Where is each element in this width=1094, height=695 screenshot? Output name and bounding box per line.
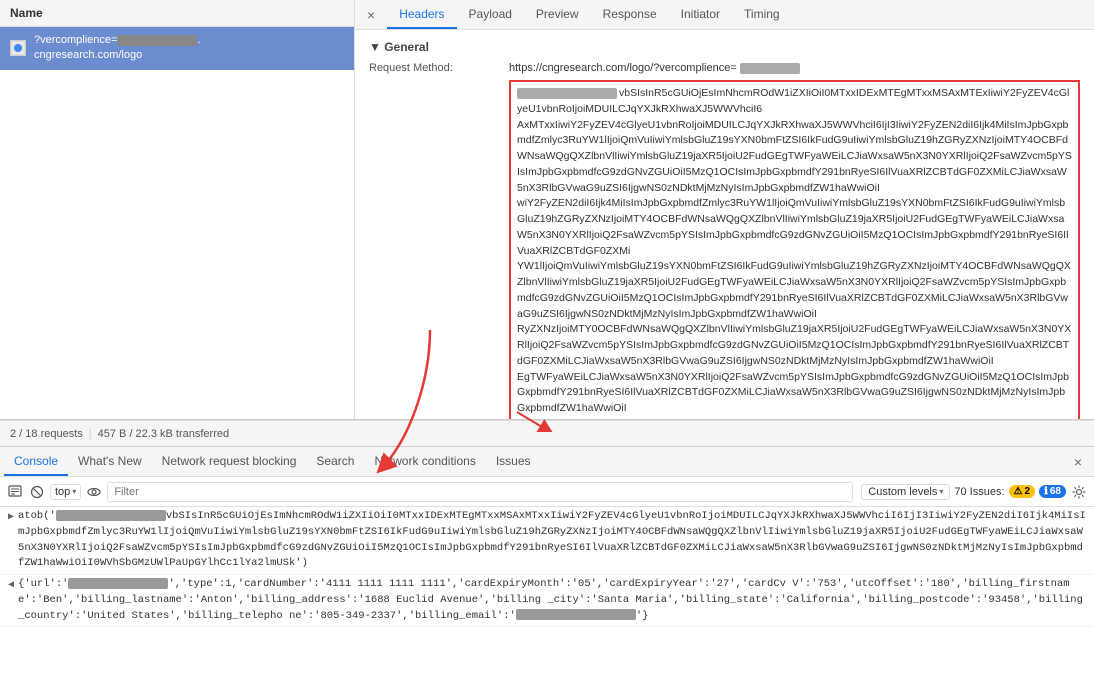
console-tab-network-blocking[interactable]: Network request blocking [152, 447, 307, 476]
request-url-label: Request Method: [369, 62, 509, 74]
console-line-2-content: {'url':'','type':1,'cardNumber':'4111 11… [18, 577, 1086, 624]
request-url-row: Request Method: https://cngresearch.com/… [369, 62, 1080, 74]
main-container: Name ?vercomplience=. cngresearch.com/lo… [0, 0, 1094, 695]
console-line-1[interactable]: ▶ atob('vbSIsInR5cGUiOjEsImNhcmROdW1iZXI… [0, 507, 1094, 575]
content-area: ▼ General Request Method: https://cngres… [355, 30, 1094, 419]
close-tab-button[interactable]: × [359, 7, 383, 23]
expand-arrow-2: ◀ [8, 579, 14, 591]
console-panel: Console What's New Network request block… [0, 446, 1094, 695]
issues-count: 70 Issues: ⚠ 2 ℹ 68 [954, 485, 1066, 498]
expand-arrow-1: ▶ [8, 511, 14, 523]
tabs-bar: × Headers Payload Preview Response Initi… [355, 0, 1094, 30]
settings-button[interactable] [1070, 483, 1088, 501]
tab-timing[interactable]: Timing [732, 0, 792, 29]
tab-response[interactable]: Response [591, 0, 669, 29]
tab-initiator[interactable]: Initiator [669, 0, 732, 29]
top-panel: Name ?vercomplience=. cngresearch.com/lo… [0, 0, 1094, 420]
tab-headers[interactable]: Headers [387, 0, 456, 29]
network-item-text: ?vercomplience=. cngresearch.com/logo [34, 33, 201, 64]
network-item[interactable]: ?vercomplience=. cngresearch.com/logo [0, 27, 354, 70]
general-section-title: ▼ General [369, 40, 1080, 54]
favicon-icon [10, 40, 26, 56]
url-body-box: vbSIsInR5cGUiOjEsImNhcmROdW1iZXIiOiI0MTx… [509, 80, 1080, 419]
console-toolbar: top ▾ [0, 477, 1094, 507]
top-context-select[interactable]: top ▾ [50, 484, 81, 500]
console-tabs: Console What's New Network request block… [0, 447, 1094, 477]
request-url-value: https://cngresearch.com/logo/?vercomplie… [509, 62, 1080, 74]
tab-preview[interactable]: Preview [524, 0, 591, 29]
requests-count: 2 / 18 requests [10, 428, 83, 440]
console-line-1-content: atob('vbSIsInR5cGUiOjEsImNhcmROdW1iZXIiO… [18, 509, 1086, 572]
network-url-line1: ?vercomplience=. [34, 33, 201, 48]
transferred-size: 457 B / 22.3 kB transferred [98, 428, 229, 440]
custom-levels-select[interactable]: Custom levels ▾ [861, 484, 950, 500]
console-tab-whats-new[interactable]: What's New [68, 447, 152, 476]
console-tab-console[interactable]: Console [4, 447, 68, 476]
console-tab-issues[interactable]: Issues [486, 447, 541, 476]
left-pane: Name ?vercomplience=. cngresearch.com/lo… [0, 0, 355, 419]
tab-payload[interactable]: Payload [457, 0, 524, 29]
console-close-button[interactable]: × [1066, 454, 1090, 470]
network-url-line2: cngresearch.com/logo [34, 48, 201, 63]
issues-info-badge: ℹ 68 [1039, 485, 1066, 498]
custom-levels-caret: ▾ [939, 487, 943, 496]
right-pane: × Headers Payload Preview Response Initi… [355, 0, 1094, 419]
console-tab-network-conditions[interactable]: Network conditions [364, 447, 485, 476]
console-tab-search[interactable]: Search [306, 447, 364, 476]
toggle-errors-button[interactable] [28, 483, 46, 501]
top-select-caret: ▾ [72, 487, 76, 496]
console-output: ▶ atob('vbSIsInR5cGUiOjEsImNhcmROdW1iZXI… [0, 507, 1094, 695]
console-line-2[interactable]: ◀ {'url':'','type':1,'cardNumber':'4111 … [0, 575, 1094, 627]
filter-input[interactable] [107, 482, 853, 502]
bottom-bar: 2 / 18 requests | 457 B / 22.3 kB transf… [0, 420, 1094, 446]
live-expressions-button[interactable] [85, 483, 103, 501]
issues-warning-badge: ⚠ 2 [1009, 485, 1036, 498]
clear-console-button[interactable] [6, 483, 24, 501]
left-pane-header: Name [0, 0, 354, 27]
